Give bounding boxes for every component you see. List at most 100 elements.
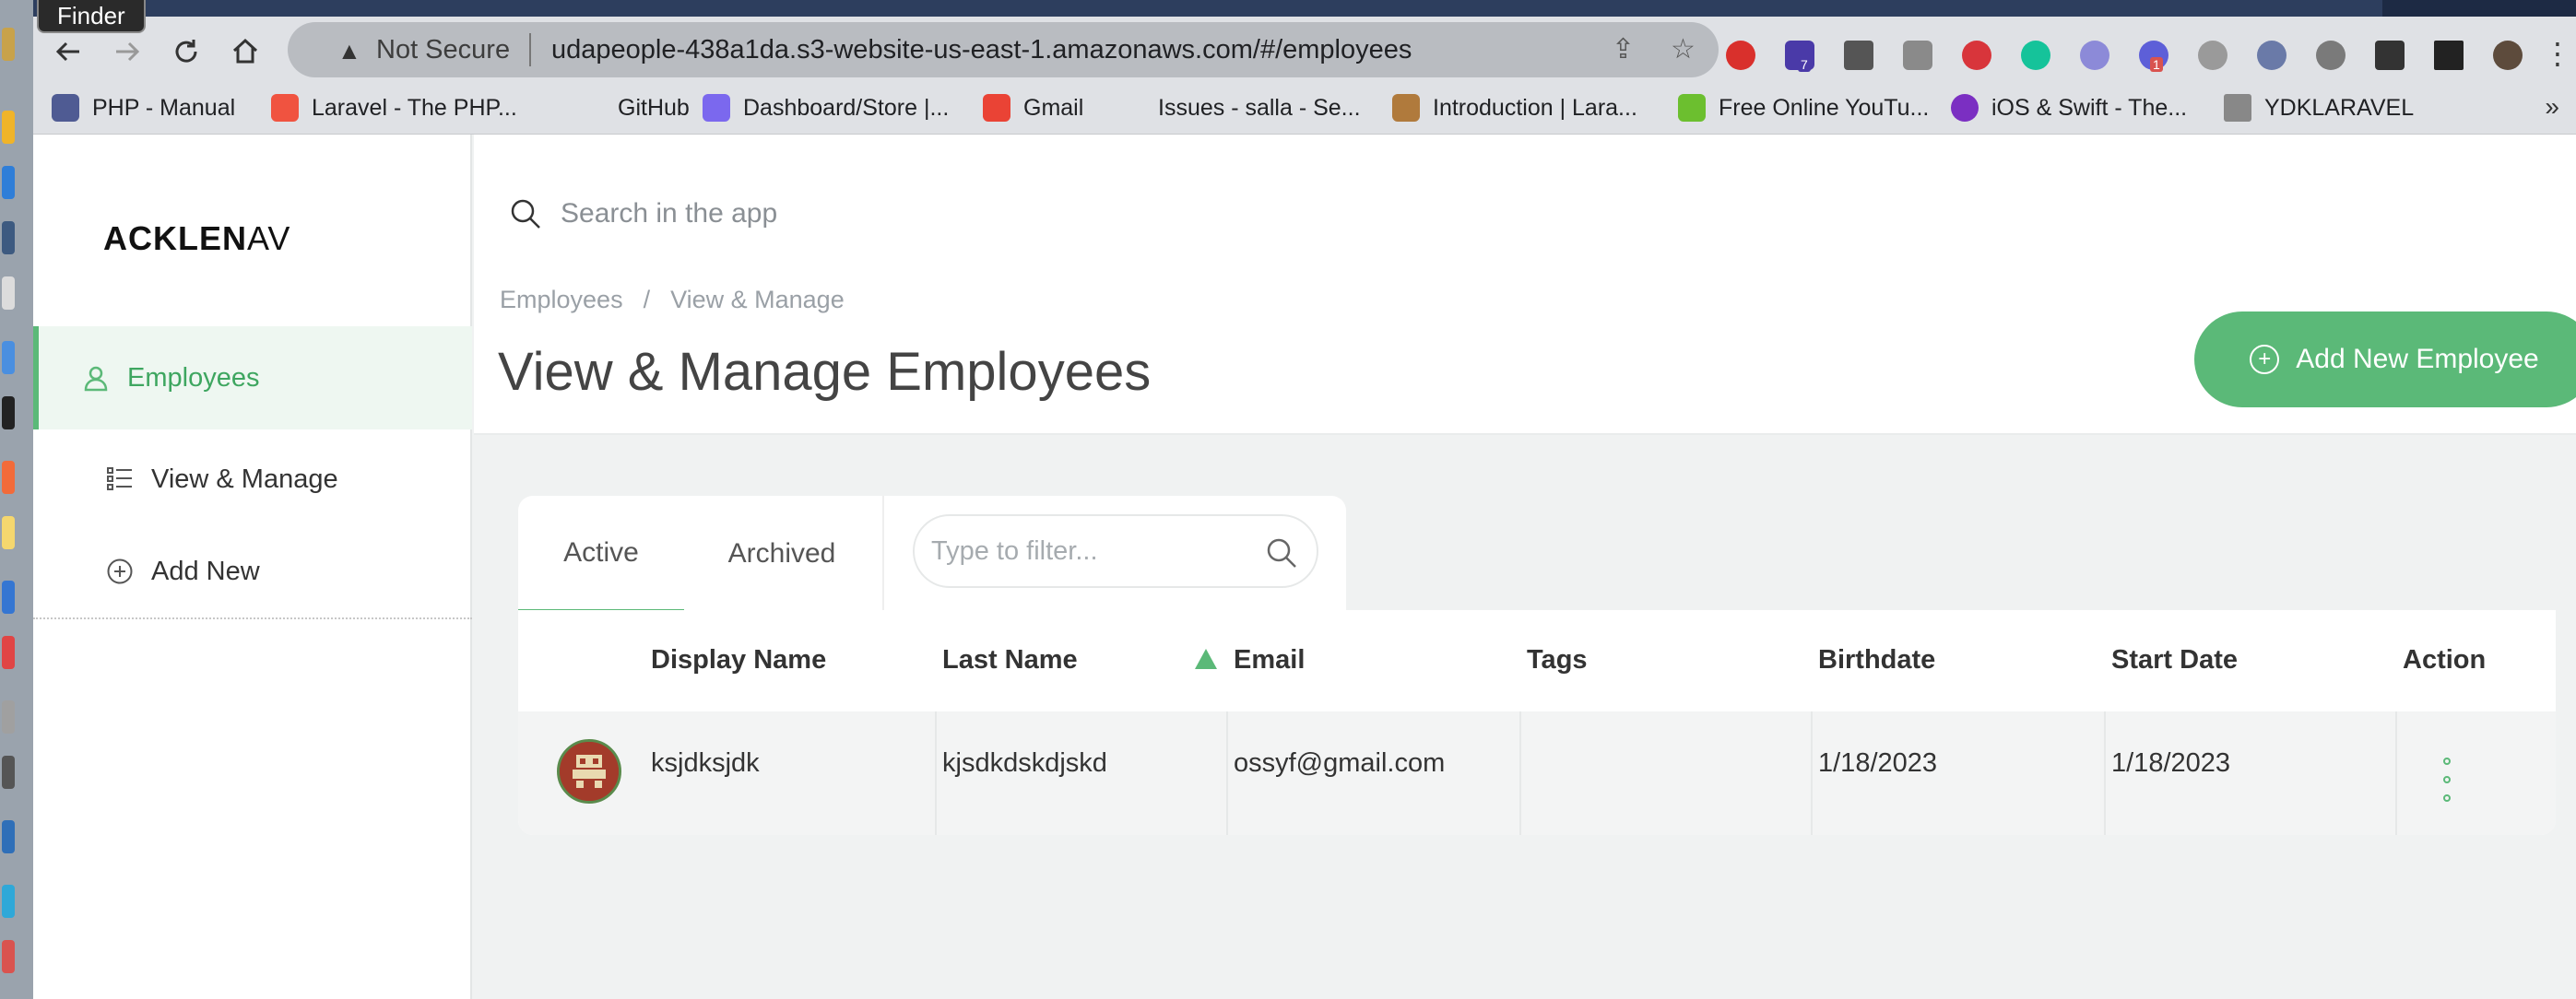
camera-extension-icon[interactable] <box>1903 41 1932 70</box>
dock-app-icon[interactable] <box>2 396 15 429</box>
url-text[interactable]: udapeople-438a1da.s3-website-us-east-1.a… <box>551 35 1412 65</box>
finder-tooltip: Finder <box>37 0 146 33</box>
bookmarks-bar: PHP - Manual Laravel - The PHP... GitHub… <box>33 83 2576 135</box>
address-separator <box>529 33 531 66</box>
add-employee-label: Add New Employee <box>2296 344 2539 374</box>
more-bookmarks-icon[interactable]: » <box>2545 92 2559 122</box>
profile-avatar[interactable] <box>2493 41 2523 70</box>
page-title: View & Manage Employees <box>498 342 1152 402</box>
bookmark-item[interactable]: iOS & Swift - The... <box>1951 94 2187 122</box>
bookmark-item[interactable]: Gmail <box>983 94 1083 122</box>
dock-app-icon[interactable] <box>2 221 15 254</box>
breadcrumb-item[interactable]: Employees <box>500 286 623 313</box>
sort-ascending-icon[interactable] <box>1195 649 1217 669</box>
sidebar-item-add-new[interactable]: Add New <box>33 535 472 608</box>
column-tags[interactable]: Tags <box>1527 645 1588 676</box>
gear-extension-icon[interactable] <box>2080 41 2109 70</box>
bookmark-item[interactable]: YDKLARAVEL <box>2224 94 2414 122</box>
code-extension-icon[interactable] <box>2316 41 2346 70</box>
puzzle-icon[interactable] <box>2375 41 2405 70</box>
sidebar-item-view-manage[interactable]: View & Manage <box>33 442 472 516</box>
column-email[interactable]: Email <box>1234 645 1305 676</box>
home-button[interactable] <box>229 37 262 70</box>
dock-app-icon[interactable] <box>2 581 15 614</box>
identicon-avatar-icon <box>560 742 619 801</box>
bookmark-item[interactable]: Free Online YouTu... <box>1678 94 1929 122</box>
dock-app-icon[interactable] <box>2 756 15 789</box>
bookmark-item[interactable]: Introduction | Lara... <box>1392 94 1637 122</box>
dock-app-icon[interactable] <box>2 885 15 918</box>
globe-extension-icon[interactable] <box>2257 41 2286 70</box>
kebab-dot <box>2443 776 2451 783</box>
home-icon <box>232 38 258 64</box>
window-top-band <box>33 0 2576 17</box>
dock-app-icon[interactable] <box>2 516 15 549</box>
page-header: Employees / View & Manage View & Manage Em… <box>474 135 2576 435</box>
bookmark-item[interactable]: GitHub <box>577 94 690 122</box>
m-extension-icon[interactable] <box>1962 41 1991 70</box>
search-input[interactable] <box>561 198 1944 229</box>
bookmark-label: PHP - Manual <box>92 94 236 121</box>
app-container: ACKLENAV Employees View & Manage Add New <box>33 135 2576 999</box>
forward-button[interactable] <box>111 37 144 70</box>
row-actions-button[interactable] <box>2436 758 2458 802</box>
bookmark-item[interactable]: Laravel - The PHP... <box>271 94 517 122</box>
column-start-date[interactable]: Start Date <box>2111 645 2238 676</box>
sidebar: ACKLENAV Employees View & Manage Add New <box>33 135 472 999</box>
bookmark-item[interactable]: Dashboard/Store |... <box>703 94 949 122</box>
vue-extension-icon[interactable] <box>2198 41 2227 70</box>
browser-tab[interactable] <box>2382 0 2576 17</box>
grammarly-extension-icon[interactable] <box>2021 41 2050 70</box>
sps-extension-icon[interactable] <box>1844 41 1873 70</box>
back-button[interactable] <box>52 37 85 70</box>
sidebar-item-employees[interactable]: Employees <box>33 326 472 429</box>
sidepanel-icon[interactable] <box>2434 41 2464 70</box>
dock-app-icon[interactable] <box>2 341 15 374</box>
address-bar[interactable]: ▲ Not Secure udapeople-438a1da.s3-websit… <box>288 22 1719 77</box>
bookmark-label: Gmail <box>1023 94 1084 121</box>
cell-last-name: kjsdkdskdjskd <box>942 748 1107 778</box>
menu-kebab-icon[interactable]: ⋮ <box>2541 37 2574 70</box>
share-icon[interactable]: ⇪ <box>1612 33 1635 65</box>
logo[interactable]: ACKLENAV <box>103 219 290 258</box>
cell-birthdate: 1/18/2023 <box>1818 748 1938 778</box>
bookmark-item[interactable]: PHP - Manual <box>52 94 235 122</box>
folder-icon <box>2224 94 2251 122</box>
list-icon <box>105 464 135 494</box>
app-search[interactable] <box>507 181 2019 247</box>
dock-app-icon[interactable] <box>2 166 15 199</box>
dock-app-icon[interactable] <box>2 820 15 853</box>
logo-bold-text: ACKLEN <box>103 219 247 257</box>
sidebar-item-label: View & Manage <box>151 464 338 494</box>
dock-app-icon[interactable] <box>2 700 15 734</box>
bookmark-item[interactable]: Issues - salla - Se... <box>1117 94 1361 122</box>
tabs-separator <box>882 496 884 612</box>
filter-box[interactable] <box>913 514 1318 588</box>
reload-icon <box>175 40 197 63</box>
filter-input[interactable] <box>931 535 1263 567</box>
column-separator <box>2104 711 2106 835</box>
column-birthdate[interactable]: Birthdate <box>1818 645 1935 676</box>
tab-archived[interactable]: Archived <box>684 496 880 612</box>
column-last-name[interactable]: Last Name <box>942 645 1078 676</box>
breadcrumb-separator: / <box>643 286 651 313</box>
dock-app-icon[interactable] <box>2 940 15 973</box>
dock-app-icon[interactable] <box>2 276 15 310</box>
reload-button[interactable] <box>170 37 203 70</box>
dock-app-icon[interactable] <box>2 111 15 144</box>
add-employee-button[interactable]: + Add New Employee <box>2194 311 2576 407</box>
kebab-dot <box>2443 794 2451 802</box>
forward-arrow-icon <box>116 41 140 62</box>
tab-active[interactable]: Active <box>518 496 684 612</box>
table-row[interactable]: ksjdksjdk kjsdkdskdjskd ossyf@gmail.com … <box>518 711 2556 835</box>
bookmark-label: GitHub <box>618 94 690 121</box>
dock-app-icon[interactable] <box>2 28 15 61</box>
adblock-extension-icon[interactable] <box>1726 41 1755 70</box>
column-display-name[interactable]: Display Name <box>651 645 826 676</box>
bookmark-label: Introduction | Lara... <box>1433 94 1637 121</box>
column-separator <box>935 711 937 835</box>
employees-card: Active Archived Display Name Last Name <box>518 496 2556 970</box>
bookmark-star-icon[interactable]: ☆ <box>1671 33 1696 65</box>
dock-app-icon[interactable] <box>2 636 15 669</box>
dock-app-icon[interactable] <box>2 461 15 494</box>
